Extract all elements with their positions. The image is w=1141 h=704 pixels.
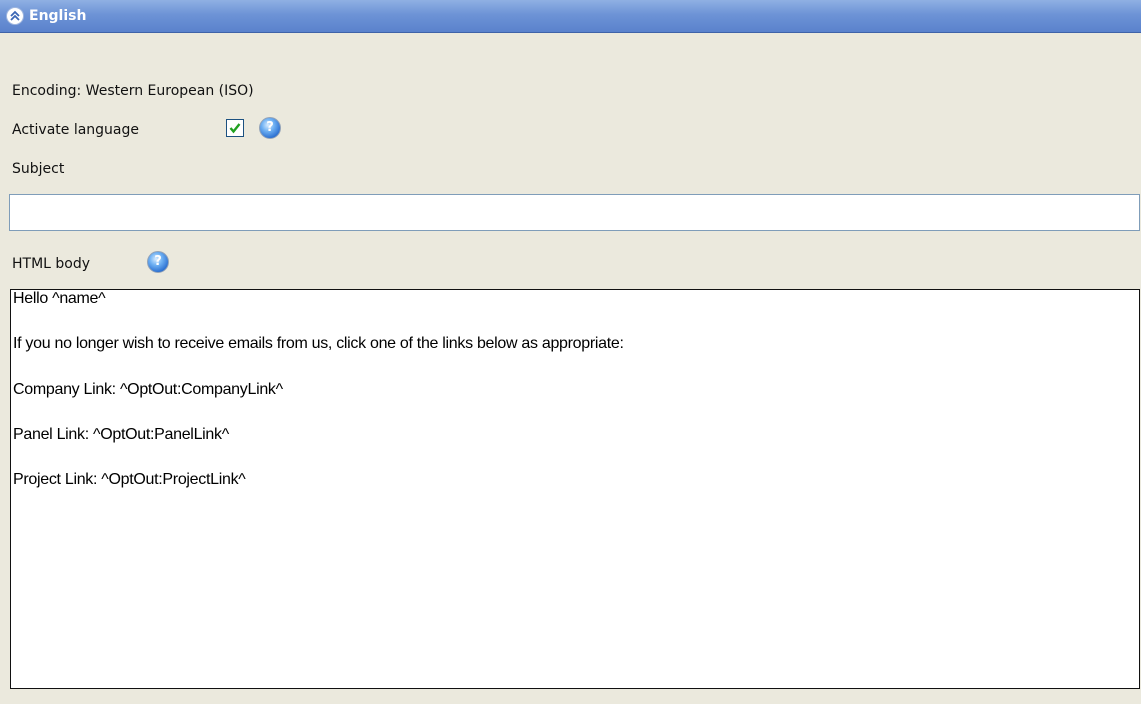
- html-body-label: HTML body: [12, 256, 91, 272]
- encoding-text: Encoding: Western European (ISO): [12, 83, 254, 99]
- body-line: Hello ^name^: [13, 290, 106, 307]
- help-icon[interactable]: ?: [259, 117, 281, 139]
- body-line: Panel Link: ^OptOut:PanelLink^: [13, 426, 229, 443]
- help-icon[interactable]: ?: [147, 251, 169, 273]
- body-line: Company Link: ^OptOut:CompanyLink^: [13, 381, 283, 398]
- activate-language-label: Activate language: [12, 122, 140, 138]
- body-line: If you no longer wish to receive emails …: [13, 335, 624, 352]
- html-body-editor[interactable]: Hello ^name^ If you no longer wish to re…: [10, 289, 1140, 689]
- body-line: Project Link: ^OptOut:ProjectLink^: [13, 471, 246, 488]
- subject-label: Subject: [12, 161, 65, 177]
- activate-language-checkbox[interactable]: [226, 119, 244, 137]
- language-panel-header[interactable]: English: [0, 0, 1141, 33]
- subject-input[interactable]: [9, 194, 1140, 231]
- chevron-double-up-icon[interactable]: [6, 7, 24, 25]
- panel-title: English: [29, 8, 87, 24]
